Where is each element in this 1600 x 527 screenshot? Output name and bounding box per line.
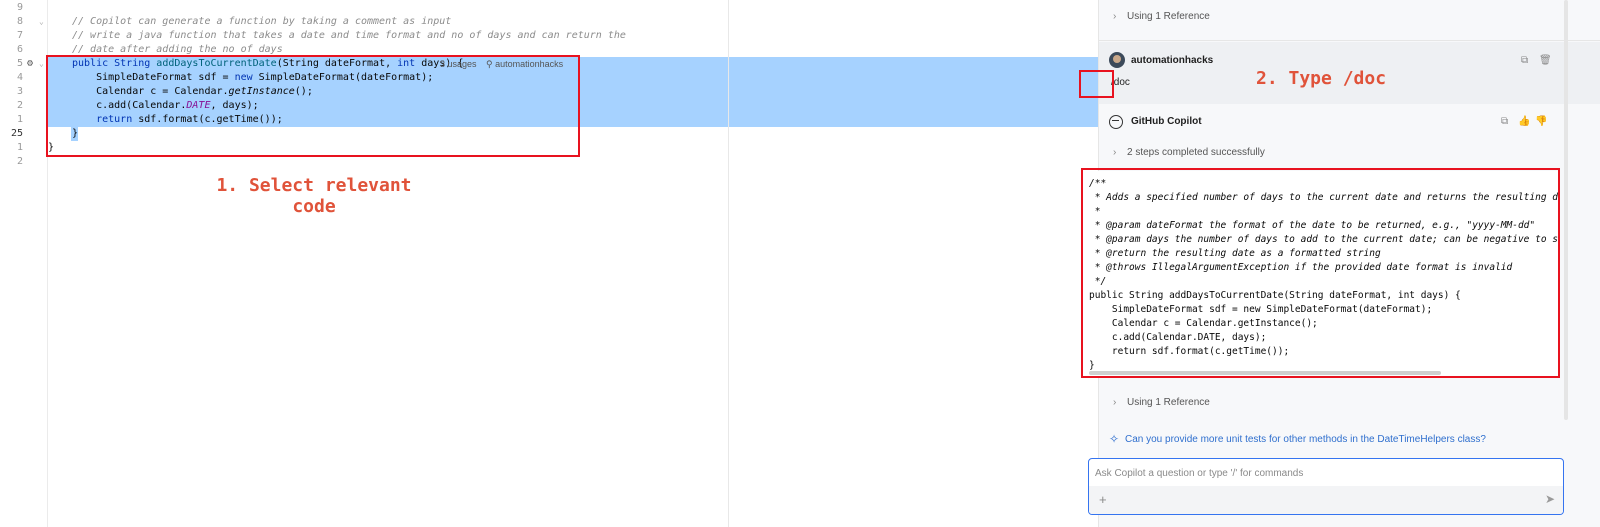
thumbs-down-icon[interactable]: 👎 [1535,117,1547,127]
reference-toggle[interactable]: › Using 1 Reference [1099,6,1579,28]
code-line[interactable]: 8 ⌄ // Copilot can generate a function b… [0,15,1098,29]
line-number: 1 [16,142,23,153]
chat-input[interactable] [1095,465,1535,481]
copilot-icon [1109,115,1123,129]
assistant-name: GitHub Copilot [1131,116,1202,127]
annotation-box-select-code [46,55,580,157]
annotation-select-code: 1. Select relevant code [216,175,412,217]
annotation-box-doc-command [1079,70,1114,98]
copy-icon[interactable]: ⧉ [1501,117,1511,127]
divider [1099,40,1600,41]
reference-toggle[interactable]: › Using 1 Reference [1099,392,1579,414]
fold-chevron-icon[interactable]: ⌄ [39,18,47,26]
code-text: // write a java function that takes a da… [72,30,626,41]
line-number: 7 [16,30,23,41]
thumbs-up-icon[interactable]: 👍 [1518,117,1530,127]
copy-icon[interactable]: ⧉ [1521,56,1531,66]
line-number: 2 [16,156,23,167]
user-name: automationhacks [1131,55,1214,66]
run-gutter-icon[interactable]: ⚙ [27,58,39,70]
line-number: 8 [16,16,23,27]
line-number: 25 [10,128,23,139]
code-line[interactable]: 2 [0,155,1098,169]
code-line[interactable]: 7 // write a java function that takes a … [0,29,1098,43]
line-number: 3 [16,86,23,97]
plus-icon[interactable]: + [1099,492,1107,507]
chat-input-container: + ➤ [1088,458,1564,515]
chat-input-toolbar: + ➤ [1089,486,1563,514]
trash-icon[interactable]: 🗑 [1539,56,1552,66]
annotation-type-doc: 2. Type /doc [1256,68,1387,89]
steps-toggle[interactable]: › 2 steps completed successfully [1099,145,1579,163]
code-text: // Copilot can generate a function by ta… [72,16,452,27]
line-number: 4 [16,72,23,83]
suggested-question-link[interactable]: ✧ Can you provide more unit tests for ot… [1099,432,1600,450]
avatar [1109,52,1125,68]
chevron-right-icon: › [1113,11,1117,22]
code-line[interactable]: 9 [0,1,1098,15]
annotation-box-generated-code [1081,168,1560,378]
line-number: 5 [16,58,23,69]
panel-scrollbar[interactable] [1564,0,1568,420]
sparkle-icon: ✧ [1109,432,1120,446]
chevron-right-icon: › [1113,147,1117,158]
line-number: 9 [16,2,23,13]
send-icon[interactable]: ➤ [1545,492,1555,506]
line-number: 2 [16,100,23,111]
chevron-right-icon: › [1113,397,1117,408]
line-number: 1 [16,114,23,125]
line-number: 6 [16,44,23,55]
